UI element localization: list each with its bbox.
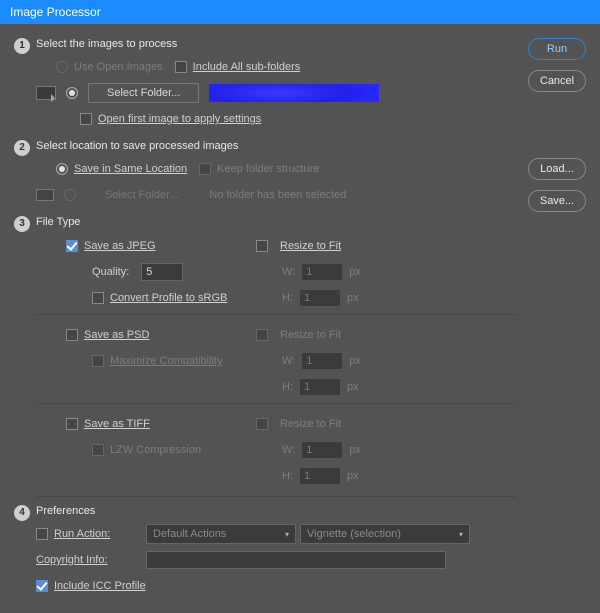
sec3-title: File Type (36, 216, 516, 228)
include-icc-label: Include ICC Profile (54, 580, 146, 592)
sec4-title: Preferences (36, 505, 516, 517)
jpeg-h-px: px (347, 292, 359, 304)
psd-w-input (301, 352, 343, 370)
psd-h-input (299, 378, 341, 396)
step-1-badge: 1 (14, 38, 30, 54)
select-dest-folder-button: Select Folder... (86, 185, 197, 205)
tiff-h-px: px (347, 470, 359, 482)
step-4-badge: 4 (14, 505, 30, 521)
divider-2 (36, 403, 516, 404)
keep-structure-check (199, 163, 211, 175)
section-select-images: 1 Select the images to process Use Open … (14, 38, 586, 134)
open-first-image-label: Open first image to apply settings (98, 113, 261, 125)
jpeg-resize-label: Resize to Fit (280, 240, 341, 252)
folder-dest-icon (36, 189, 54, 201)
psd-resize-check (256, 329, 268, 341)
save-psd-label: Save as PSD (84, 329, 149, 341)
step-2-badge: 2 (14, 140, 30, 156)
use-open-images-radio (56, 61, 68, 73)
run-button[interactable]: Run (528, 38, 586, 60)
step-3-badge: 3 (14, 216, 30, 232)
jpeg-w-px: px (349, 266, 361, 278)
psd-h-px: px (347, 381, 359, 393)
psd-w-px: px (349, 355, 361, 367)
tiff-w-input (301, 441, 343, 459)
copyright-input[interactable] (146, 551, 446, 569)
section-file-type: 3 File Type Save as JPEG Resize to Fit Q… (14, 216, 586, 490)
jpeg-w-label: W: (282, 266, 295, 278)
keep-structure-label: Keep folder structure (217, 163, 319, 175)
copyright-label: Copyright Info: (36, 554, 146, 566)
max-compat-label: Maximize Compatibility (110, 355, 222, 367)
convert-srgb-label: Convert Profile to sRGB (110, 292, 227, 304)
sec2-title: Select location to save processed images (36, 140, 516, 152)
quality-input[interactable] (141, 263, 183, 281)
quality-label: Quality: (92, 266, 129, 278)
select-source-folder-button[interactable]: Select Folder... (88, 83, 199, 103)
load-button[interactable]: Load... (528, 158, 586, 180)
max-compat-check (92, 355, 104, 367)
select-folder-radio[interactable] (66, 87, 78, 99)
psd-h-label: H: (282, 381, 293, 393)
window-title: Image Processor (0, 0, 600, 24)
action-set-select[interactable]: Default Actions▾ (146, 524, 296, 544)
folder-source-icon (36, 86, 56, 100)
jpeg-w-input (301, 263, 343, 281)
sec1-title: Select the images to process (36, 38, 516, 50)
lzw-check (92, 444, 104, 456)
section-preferences: 4 Preferences Run Action: Default Action… (14, 505, 586, 601)
save-tiff-check[interactable] (66, 418, 78, 430)
chevron-down-icon: ▾ (285, 530, 289, 539)
tiff-resize-check (256, 418, 268, 430)
save-button[interactable]: Save... (528, 190, 586, 212)
include-subfolders-label: Include All sub-folders (193, 61, 301, 73)
jpeg-h-input (299, 289, 341, 307)
action-select[interactable]: Vignette (selection)▾ (300, 524, 470, 544)
cancel-button[interactable]: Cancel (528, 70, 586, 92)
save-jpeg-label: Save as JPEG (84, 240, 156, 252)
use-open-images-label: Use Open Images (74, 61, 163, 73)
psd-w-label: W: (282, 355, 295, 367)
jpeg-resize-check[interactable] (256, 240, 268, 252)
lzw-label: LZW Compression (110, 444, 201, 456)
tiff-w-label: W: (282, 444, 295, 456)
run-action-label: Run Action: (54, 528, 146, 540)
same-location-radio[interactable] (56, 163, 68, 175)
psd-resize-label: Resize to Fit (280, 329, 341, 341)
divider-3 (36, 496, 516, 497)
include-icc-check[interactable] (36, 580, 48, 592)
save-jpeg-check[interactable] (66, 240, 78, 252)
source-path-display (209, 84, 379, 102)
save-psd-check[interactable] (66, 329, 78, 341)
jpeg-h-label: H: (282, 292, 293, 304)
chevron-down-icon: ▾ (459, 530, 463, 539)
convert-srgb-check[interactable] (92, 292, 104, 304)
dest-folder-radio[interactable] (64, 189, 76, 201)
open-first-image-check[interactable] (80, 113, 92, 125)
no-folder-label: No folder has been selected (209, 189, 346, 201)
tiff-resize-label: Resize to Fit (280, 418, 341, 430)
tiff-h-input (299, 467, 341, 485)
tiff-h-label: H: (282, 470, 293, 482)
save-tiff-label: Save as TIFF (84, 418, 150, 430)
run-action-check[interactable] (36, 528, 48, 540)
tiff-w-px: px (349, 444, 361, 456)
divider-1 (36, 314, 516, 315)
same-location-label: Save in Same Location (74, 163, 187, 175)
include-subfolders-check[interactable] (175, 61, 187, 73)
section-save-location: 2 Select location to save processed imag… (14, 140, 586, 210)
